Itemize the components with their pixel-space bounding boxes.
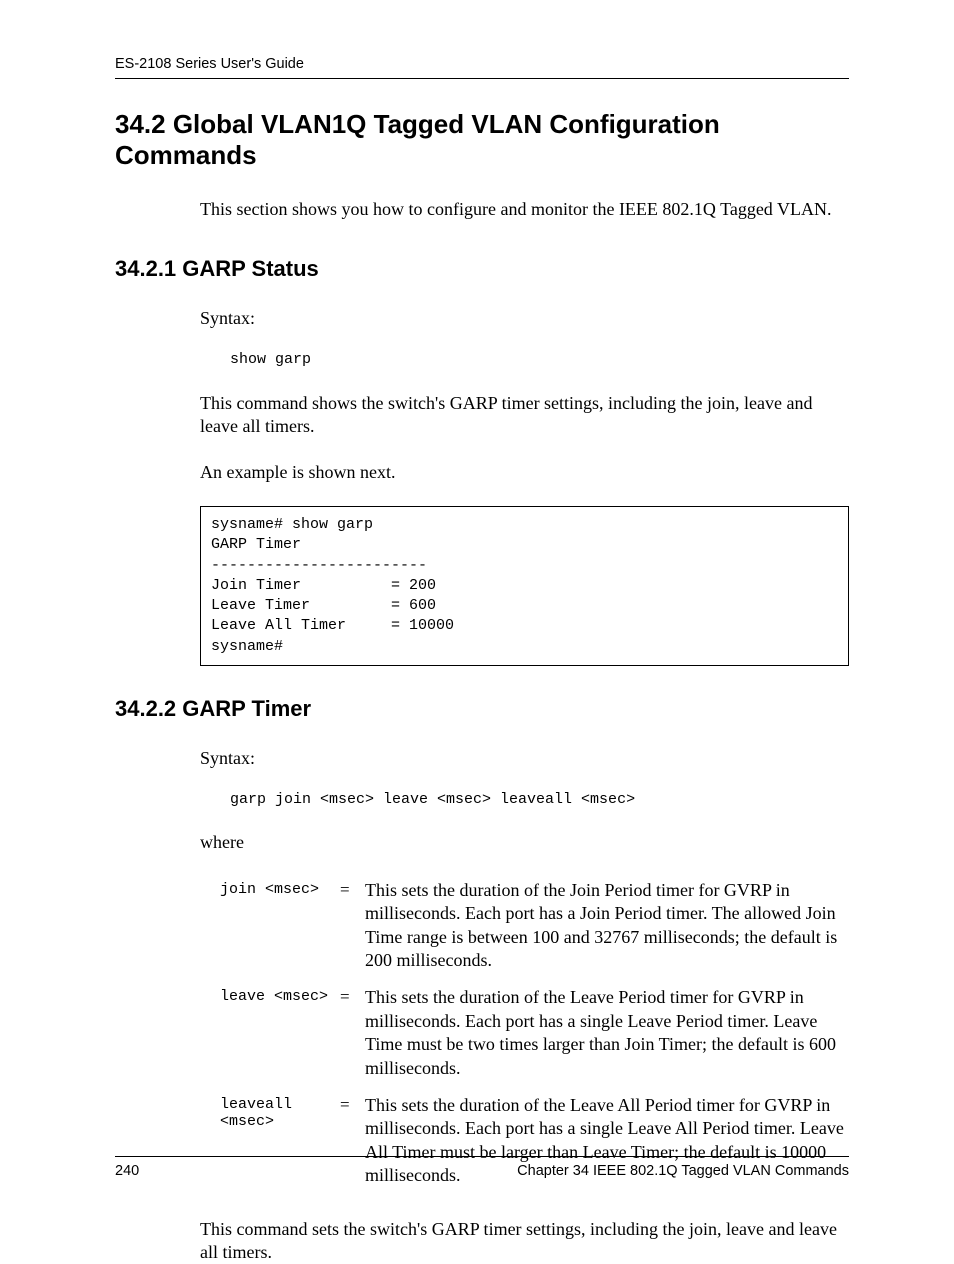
param-name-leave: leave <msec>	[220, 986, 340, 1005]
syntax-command-2: garp join <msec> leave <msec> leaveall <…	[230, 791, 849, 808]
chapter-title: Chapter 34 IEEE 802.1Q Tagged VLAN Comma…	[517, 1163, 849, 1179]
syntax-command-1: show garp	[230, 351, 849, 368]
param-row-join: join <msec> = This sets the duration of …	[220, 879, 849, 973]
param-name-leaveall: leaveall <msec>	[220, 1094, 340, 1130]
header-rule	[115, 78, 849, 79]
page-number: 240	[115, 1163, 139, 1179]
section-heading-34-2: 34.2 Global VLAN1Q Tagged VLAN Configura…	[115, 109, 849, 171]
section-heading-34-2-2: 34.2.2 GARP Timer	[115, 696, 849, 722]
param-equals: =	[340, 986, 365, 1007]
param-desc-join: This sets the duration of the Join Perio…	[365, 879, 849, 973]
section-intro: This section shows you how to configure …	[200, 199, 849, 220]
syntax-label-1: Syntax:	[200, 308, 849, 329]
footer-rule	[115, 1156, 849, 1157]
param-row-leave: leave <msec> = This sets the duration of…	[220, 986, 849, 1080]
garp-timer-final-desc: This command sets the switch's GARP time…	[200, 1218, 849, 1264]
garp-status-example-output: sysname# show garp GARP Timer ----------…	[200, 506, 849, 666]
param-name-join: join <msec>	[220, 879, 340, 898]
header-guide-title: ES-2108 Series User's Guide	[115, 56, 849, 72]
syntax-label-2: Syntax:	[200, 748, 849, 769]
parameter-table: join <msec> = This sets the duration of …	[220, 879, 849, 1188]
section-heading-34-2-1: 34.2.1 GARP Status	[115, 256, 849, 282]
garp-status-desc: This command shows the switch's GARP tim…	[200, 392, 849, 439]
example-label: An example is shown next.	[200, 461, 849, 484]
page-footer: 240 Chapter 34 IEEE 802.1Q Tagged VLAN C…	[115, 1156, 849, 1179]
param-equals: =	[340, 1094, 365, 1115]
param-desc-leave: This sets the duration of the Leave Peri…	[365, 986, 849, 1080]
where-label: where	[200, 832, 849, 853]
param-equals: =	[340, 879, 365, 900]
